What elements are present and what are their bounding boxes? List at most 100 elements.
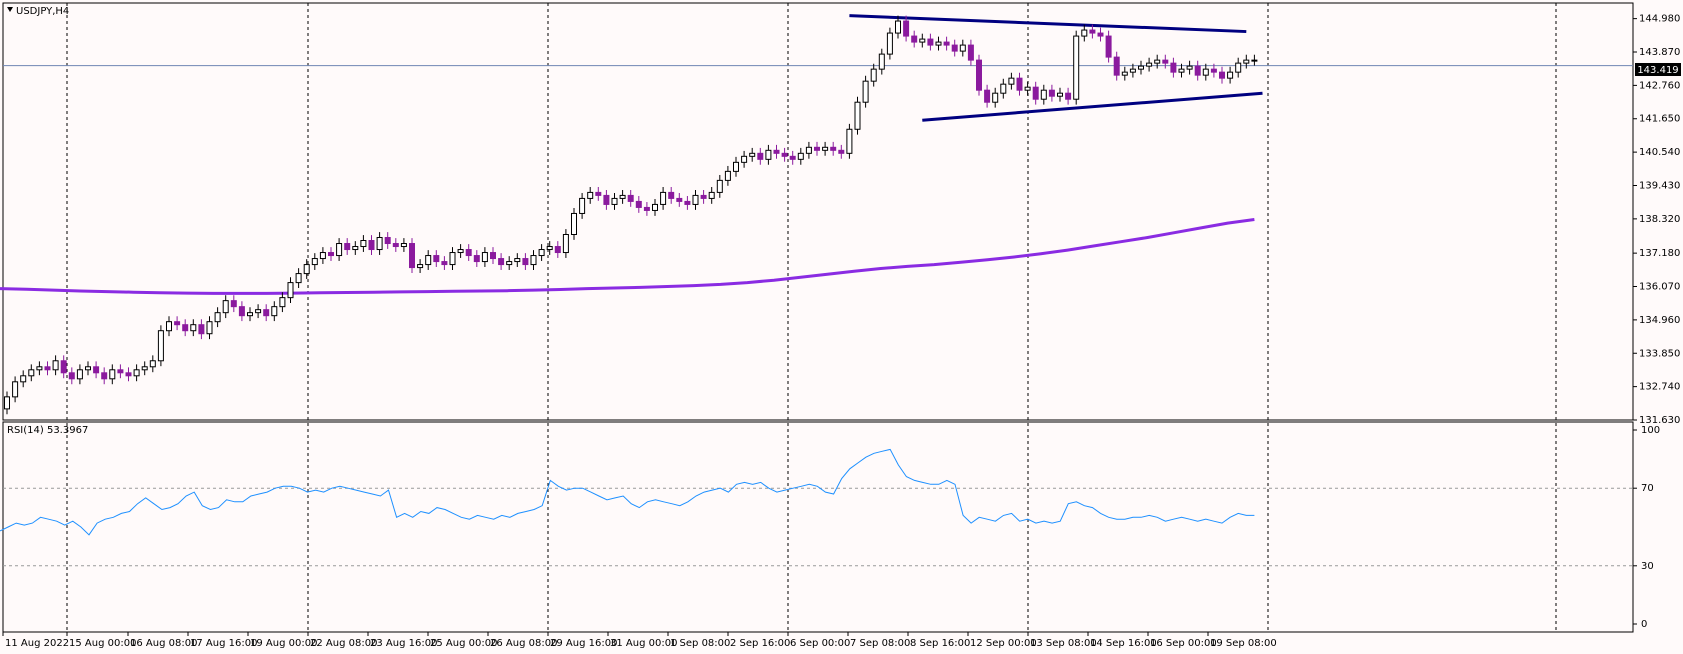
candle-body (554, 246, 561, 254)
candle-body (506, 261, 513, 266)
candle-body (60, 360, 67, 374)
time-tick-label: 23 Aug 16:00 (370, 638, 437, 649)
candle-body (692, 194, 699, 205)
rsi-tick-label: 100 (1641, 425, 1660, 436)
candle-body (44, 366, 51, 371)
candle-body (1121, 71, 1128, 76)
candle-body (425, 255, 432, 266)
candle-body (409, 243, 415, 269)
candle-body (328, 252, 334, 257)
candle-body (1146, 62, 1153, 67)
price-tick-label: 134.960 (1639, 315, 1680, 326)
time-tick-label: 26 Aug 08:00 (490, 638, 557, 649)
time-tick-label: 11 Aug 2022 (5, 638, 69, 649)
candle-body (619, 194, 626, 199)
candle-body (52, 360, 59, 371)
price-tick-label: 136.070 (1639, 282, 1680, 293)
candle-body (182, 324, 189, 332)
time-tick-label: 15 Aug 00:00 (69, 638, 136, 649)
time-tick-label: 12 Sep 00:00 (970, 638, 1037, 649)
candle (846, 123, 853, 159)
time-tick-label: 1 Sep 08:00 (670, 638, 730, 649)
price-tick-label: 132.740 (1639, 382, 1680, 393)
candle (409, 238, 415, 273)
candle-body (1024, 86, 1031, 91)
candle-body (214, 312, 221, 323)
price-tick-label: 138.320 (1639, 214, 1680, 225)
time-tick-label: 8 Sep 16:00 (910, 638, 970, 649)
candle-body (822, 146, 829, 151)
candle-body (830, 146, 837, 151)
time-tick-label: 19 Aug 00:00 (250, 638, 317, 649)
candle-body (546, 246, 553, 251)
candle-body (514, 258, 521, 263)
candle-body (538, 249, 545, 257)
candle-body (400, 243, 407, 248)
candle-body (295, 273, 302, 284)
time-tick-label: 6 Sep 00:00 (790, 638, 850, 649)
candle-body (984, 89, 991, 103)
candle-body (781, 152, 788, 157)
candle-body (1162, 59, 1169, 64)
candle-body (36, 366, 43, 371)
candle-body (935, 41, 942, 46)
candle-body (652, 203, 658, 211)
candle-body (927, 38, 934, 46)
time-tick-label: 13 Sep 08:00 (1030, 638, 1097, 649)
candle-body (587, 191, 594, 199)
candle-body (943, 41, 950, 46)
candle-body (28, 369, 35, 377)
candle-body (1065, 92, 1072, 100)
candle-body (4, 396, 10, 410)
chart-canvas: 144.980 143.870 142.760 141.650 140.540 139.4… (0, 0, 1683, 654)
candle-body (287, 282, 294, 299)
candle-body (1105, 35, 1112, 58)
candle-body (271, 306, 278, 317)
candle-body (311, 258, 318, 266)
candle-body (773, 149, 780, 154)
candle-body (336, 243, 343, 257)
candle-body (1178, 68, 1185, 73)
time-tick-label: 22 Aug 08:00 (310, 638, 377, 649)
candle-body (992, 92, 999, 103)
current-price-label: 143.419 (1637, 65, 1678, 76)
candle-body (611, 197, 618, 205)
candle-body (571, 212, 577, 235)
candle-body (392, 243, 399, 248)
candle-body (279, 297, 286, 308)
candle-body (1040, 89, 1047, 100)
candle-body (360, 240, 367, 248)
candle-body (814, 146, 820, 151)
candle-body (498, 258, 505, 266)
candle-body (1129, 68, 1136, 73)
candle-body (417, 264, 424, 269)
candle-body (109, 369, 116, 380)
time-tick-label: 17 Aug 16:00 (190, 638, 257, 649)
candle-body (967, 44, 974, 61)
candle-body (562, 233, 569, 254)
candle-body (765, 149, 772, 160)
candle-body (660, 191, 667, 205)
candle-body (247, 312, 253, 317)
candle-body (700, 194, 707, 199)
chart-root: 144.980 143.870 142.760 141.650 140.540 139.4… (0, 0, 1683, 654)
candle-body (222, 300, 229, 314)
candle-body (1000, 83, 1007, 94)
candle-body (1186, 65, 1193, 70)
candle-body (643, 206, 650, 211)
candle-body (206, 321, 213, 335)
candle-body (595, 191, 602, 196)
candle-body (1235, 62, 1242, 73)
candle (157, 325, 164, 367)
candle-body (870, 68, 877, 82)
candle-body (303, 264, 310, 275)
candle-body (854, 101, 861, 130)
candle-body (85, 366, 91, 371)
candle-body (1073, 35, 1080, 100)
candle-body (457, 249, 464, 254)
symbol-label: USDJPY,H4 (16, 6, 69, 17)
candle-body (20, 375, 27, 383)
candle (1073, 30, 1080, 105)
candle-body (838, 149, 845, 154)
candle-body (1008, 77, 1015, 85)
